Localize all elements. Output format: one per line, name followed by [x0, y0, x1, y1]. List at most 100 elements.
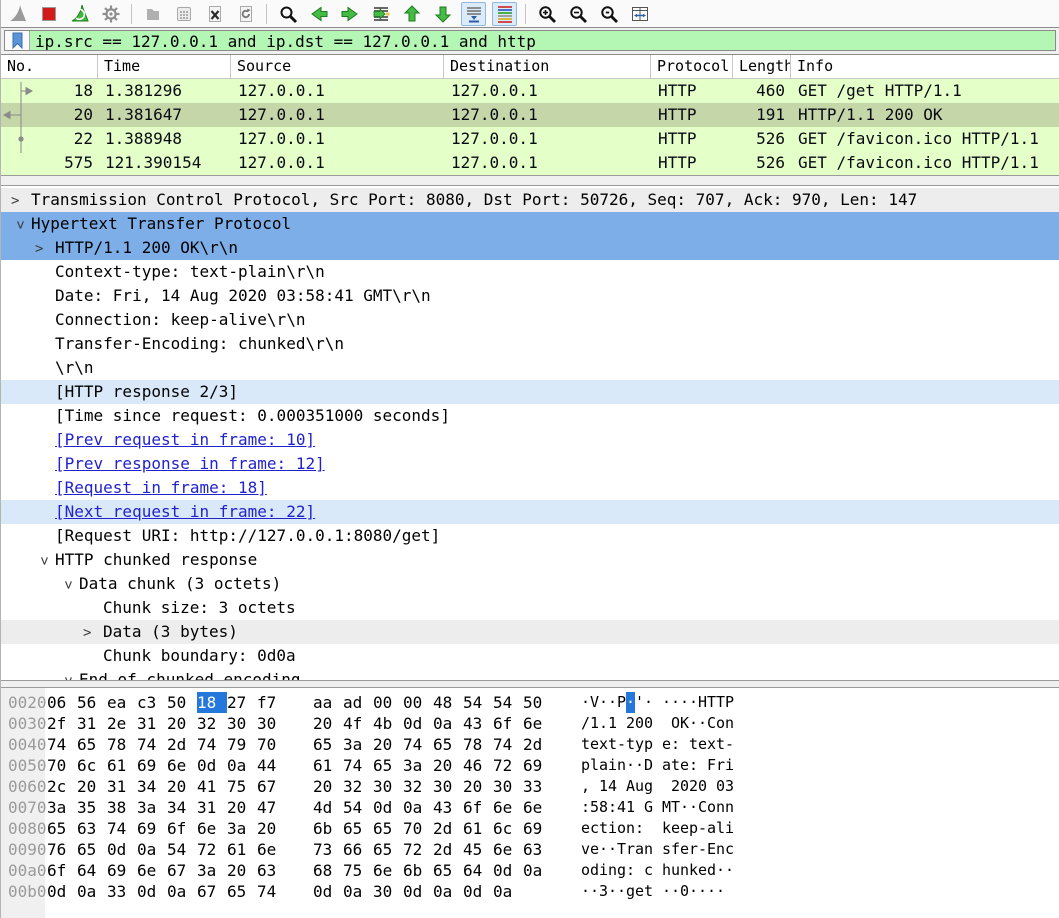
hex-byte[interactable]: 65	[373, 755, 403, 776]
ascii-char[interactable]: t	[644, 881, 653, 902]
hex-byte[interactable]: 20	[433, 755, 463, 776]
expand-arrow-icon[interactable]: >	[9, 189, 31, 213]
hex-byte[interactable]: 43	[433, 797, 463, 818]
ascii-char[interactable]: 4	[617, 797, 626, 818]
ascii-char[interactable]: A	[626, 776, 635, 797]
hex-byte[interactable]: 54	[463, 692, 493, 713]
hex-byte[interactable]: 68	[313, 860, 343, 881]
hex-byte[interactable]: 00	[403, 692, 433, 713]
ascii-char[interactable]: e	[581, 818, 590, 839]
hex-byte[interactable]: 6e	[137, 860, 167, 881]
go-to-packet-icon[interactable]	[368, 2, 393, 26]
ascii-char[interactable]: P	[617, 692, 626, 713]
colorize-icon[interactable]	[492, 2, 517, 26]
ascii-char[interactable]: t	[626, 734, 635, 755]
detail-row[interactable]: [Request URI: http://127.0.0.1:8080/get]	[1, 524, 1059, 548]
ascii-char[interactable]: 5	[590, 797, 599, 818]
ascii-char[interactable]: n	[617, 755, 626, 776]
ascii-char[interactable]: t	[599, 818, 608, 839]
ascii-char[interactable]: 0	[635, 713, 644, 734]
ascii-char[interactable]: i	[725, 818, 734, 839]
ascii-char[interactable]: 1	[608, 713, 617, 734]
hex-byte[interactable]: 74	[343, 755, 373, 776]
hex-byte[interactable]: 32	[343, 776, 373, 797]
hex-byte[interactable]: 2d	[523, 734, 553, 755]
hex-byte[interactable]: 00	[373, 692, 403, 713]
ascii-char[interactable]: /	[581, 713, 590, 734]
ascii-char[interactable]: c	[725, 839, 734, 860]
hex-byte[interactable]: 6e	[167, 755, 197, 776]
hex-byte[interactable]: 65	[373, 818, 403, 839]
ascii-char[interactable]: n	[725, 713, 734, 734]
hex-row[interactable]: 0040746578742d747970653a20746578742dtext…	[1, 734, 1059, 755]
hex-byte[interactable]: 6e	[373, 860, 403, 881]
hex-byte[interactable]: 0a	[433, 881, 463, 902]
ascii-char[interactable]: i	[608, 755, 617, 776]
ascii-char[interactable]: o	[716, 713, 725, 734]
ascii-char[interactable]	[653, 755, 662, 776]
hex-byte[interactable]: 64	[463, 860, 493, 881]
ascii-char[interactable]: T	[716, 692, 725, 713]
hex-byte[interactable]: 2f	[47, 713, 77, 734]
hex-byte[interactable]: 47	[257, 797, 287, 818]
hex-byte[interactable]: 0d	[47, 881, 77, 902]
ascii-char[interactable]: 3	[599, 881, 608, 902]
detail-row[interactable]: >Data (3 bytes)	[1, 620, 1059, 644]
ascii-char[interactable]	[653, 797, 662, 818]
ascii-char[interactable]: e	[698, 734, 707, 755]
ascii-char[interactable]: 2	[626, 713, 635, 734]
hex-byte[interactable]: 6b	[313, 818, 343, 839]
hex-byte[interactable]: 31	[107, 776, 137, 797]
hex-byte[interactable]: 32	[403, 776, 433, 797]
hex-byte[interactable]: 72	[197, 839, 227, 860]
ascii-char[interactable]	[653, 839, 662, 860]
ascii-char[interactable]: ·	[698, 713, 707, 734]
hex-byte[interactable]: 0d	[197, 755, 227, 776]
ascii-char[interactable]: ·	[671, 881, 680, 902]
hex-byte[interactable]: 50	[167, 692, 197, 713]
ascii-char[interactable]: i	[608, 818, 617, 839]
ascii-char[interactable]: -	[617, 734, 626, 755]
ascii-char[interactable]: o	[707, 797, 716, 818]
hex-byte[interactable]: 0d	[463, 881, 493, 902]
ascii-char[interactable]: H	[698, 692, 707, 713]
zoom-original-icon[interactable]	[596, 2, 621, 26]
ascii-char[interactable]: K	[680, 713, 689, 734]
column-header-protocol[interactable]: Protocol	[651, 55, 733, 78]
hex-byte[interactable]: 74	[493, 734, 523, 755]
ascii-char[interactable]: k	[689, 860, 698, 881]
detail-row[interactable]: Date: Fri, 14 Aug 2020 03:58:41 GMT\r\n	[1, 284, 1059, 308]
ascii-char[interactable]: ·	[626, 755, 635, 776]
pane-splitter[interactable]	[1, 175, 1059, 186]
ascii-char[interactable]: v	[581, 839, 590, 860]
ascii-char[interactable]: :	[671, 734, 680, 755]
ascii-char[interactable]: ·	[608, 881, 617, 902]
column-header-info[interactable]: Info	[791, 55, 1059, 78]
ascii-char[interactable]	[653, 776, 662, 797]
hex-byte[interactable]: 61	[107, 755, 137, 776]
ascii-char[interactable]: e	[680, 755, 689, 776]
ascii-char[interactable]: 4	[608, 776, 617, 797]
hex-byte[interactable]: 2d	[433, 839, 463, 860]
hex-byte[interactable]: 54	[343, 797, 373, 818]
hex-byte[interactable]: 75	[227, 776, 257, 797]
hex-byte[interactable]: 74	[403, 734, 433, 755]
ascii-char[interactable]: e	[590, 734, 599, 755]
hex-byte[interactable]: 30	[257, 713, 287, 734]
ascii-char[interactable]: T	[707, 692, 716, 713]
hex-byte[interactable]: 0d	[137, 881, 167, 902]
column-header-length[interactable]: Length	[733, 55, 791, 78]
ascii-char[interactable]: T	[617, 839, 626, 860]
pane-splitter[interactable]	[1, 680, 1059, 688]
detail-link[interactable]: [Next request in frame: 22]	[55, 502, 315, 521]
display-filter-input[interactable]: ip.src == 127.0.0.1 and ip.dst == 127.0.…	[4, 30, 1056, 51]
hex-byte[interactable]: 3a	[137, 797, 167, 818]
collapse-arrow-icon[interactable]: >	[8, 214, 32, 236]
open-file-icon[interactable]	[140, 2, 165, 26]
ascii-char[interactable]: ·	[635, 755, 644, 776]
hex-byte[interactable]: 69	[523, 755, 553, 776]
bookmark-icon[interactable]	[5, 31, 30, 50]
hex-byte[interactable]: 2c	[47, 776, 77, 797]
ascii-char[interactable]: t	[671, 755, 680, 776]
hex-byte[interactable]: 67	[257, 776, 287, 797]
